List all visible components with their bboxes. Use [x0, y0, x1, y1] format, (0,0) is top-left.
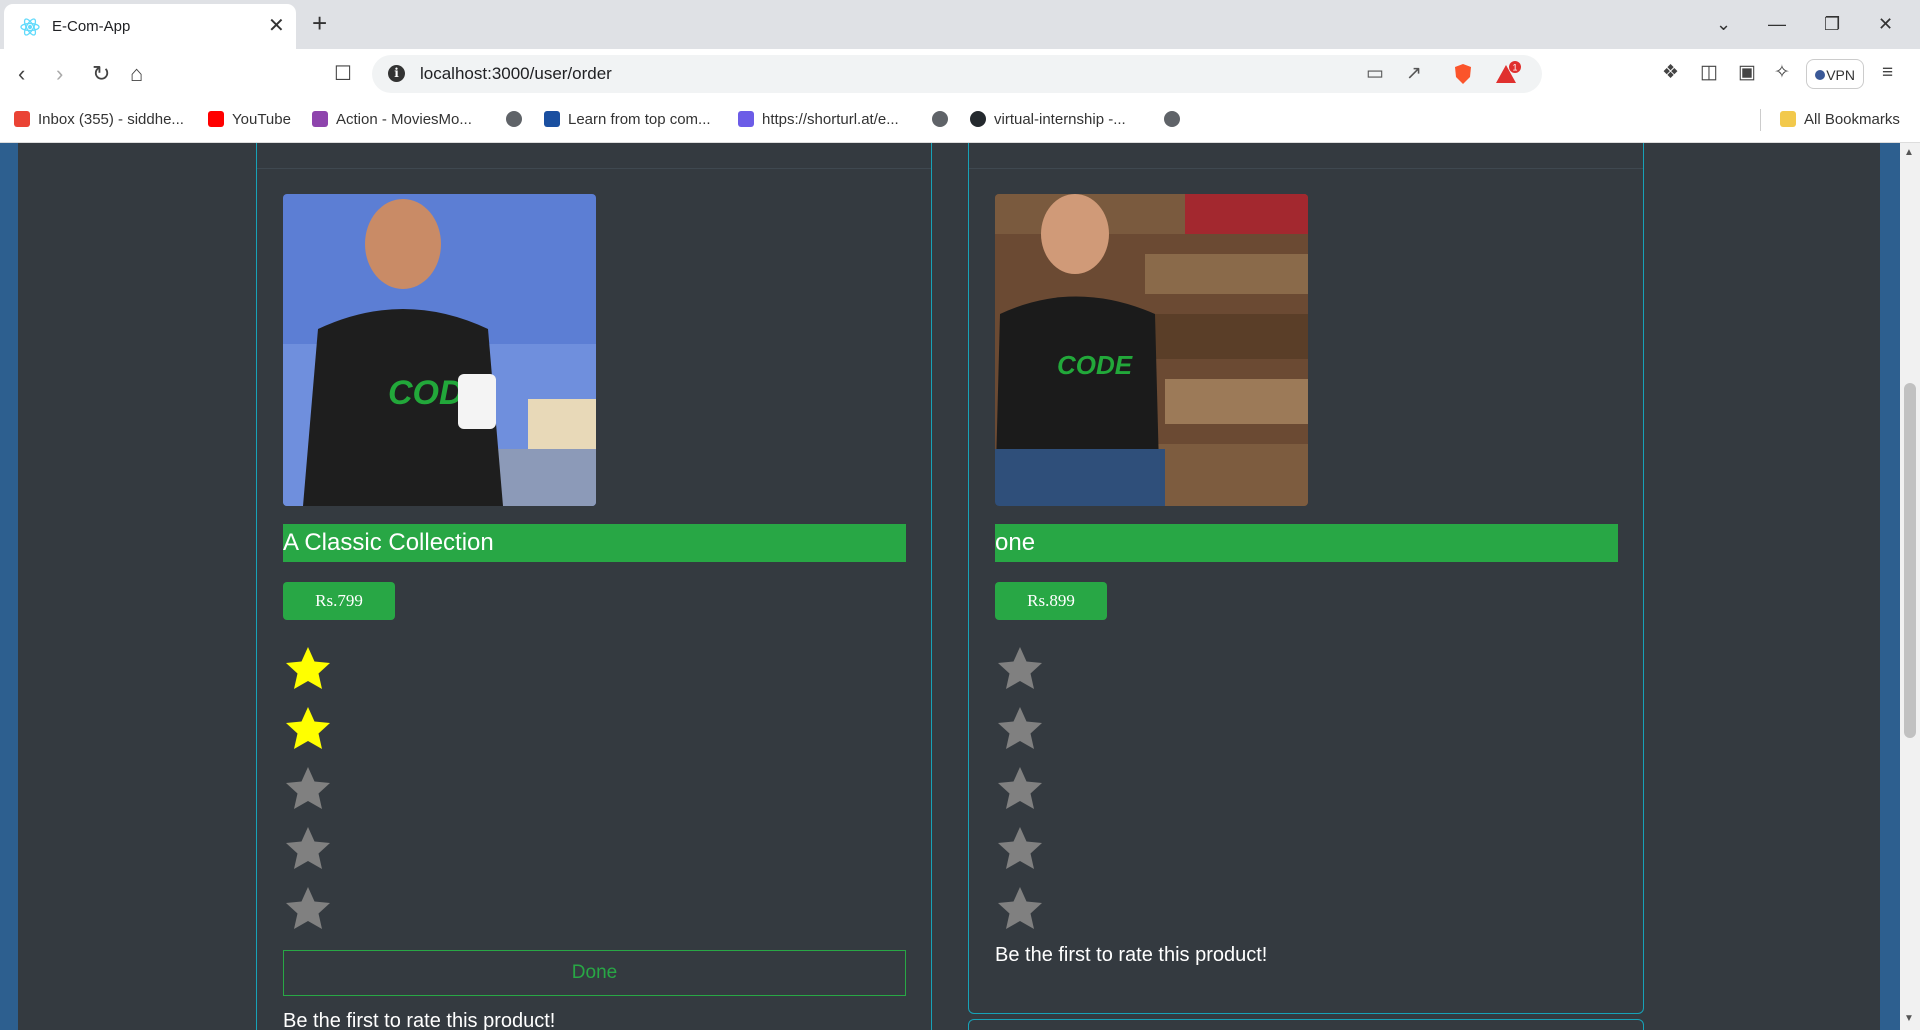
- scrollbar-thumb[interactable]: [1904, 383, 1916, 738]
- scrollbar[interactable]: ▲ ▼: [1900, 143, 1920, 1030]
- reload-icon[interactable]: ↻: [92, 61, 110, 87]
- order-card: CODE one Rs.899 Be the first to rate thi…: [968, 143, 1644, 1014]
- learn-icon: [544, 111, 560, 127]
- rating-prompt: Be the first to rate this product!: [283, 1010, 556, 1030]
- star-icon[interactable]: [283, 644, 333, 694]
- product-title: one: [995, 524, 1618, 562]
- bookmark-gmail[interactable]: Inbox (355) - siddhe...: [14, 111, 184, 129]
- star-shape: [998, 707, 1042, 749]
- extensions-icon[interactable]: ❖: [1662, 61, 1679, 85]
- all-bookmarks-button[interactable]: All Bookmarks: [1780, 111, 1900, 129]
- vpn-button[interactable]: VPN: [1806, 59, 1864, 89]
- bookmark-github[interactable]: virtual-internship -...: [970, 111, 1126, 129]
- product-image: CODE: [995, 194, 1308, 506]
- product-image: CODE: [283, 194, 596, 506]
- globe-icon[interactable]: [506, 111, 522, 127]
- scroll-up-icon[interactable]: ▲: [1904, 147, 1914, 158]
- bookmarks-bar: Inbox (355) - siddhe... YouTube Action -…: [0, 99, 1920, 143]
- card-header-divider: [969, 168, 1643, 169]
- address-bar[interactable]: i localhost:3000/user/order ▭ ↗ 1: [372, 55, 1542, 93]
- close-window-button[interactable]: ✕: [1878, 10, 1893, 38]
- leo-ai-icon[interactable]: ✧: [1774, 61, 1790, 85]
- star-icon[interactable]: [995, 704, 1045, 754]
- browser-tab[interactable]: E-Com-App ✕: [4, 4, 296, 49]
- page-side-border: [1880, 143, 1900, 1030]
- star-icon[interactable]: [283, 704, 333, 754]
- tab-title: E-Com-App: [52, 18, 131, 35]
- maximize-button[interactable]: ❐: [1824, 10, 1840, 38]
- star-shape: [286, 887, 330, 929]
- bookmark-youtube[interactable]: YouTube: [208, 111, 291, 129]
- close-tab-icon[interactable]: ✕: [268, 14, 285, 38]
- star-icon[interactable]: [995, 824, 1045, 874]
- card-header-divider: [257, 168, 931, 169]
- react-icon: [20, 18, 40, 36]
- github-icon: [970, 111, 986, 127]
- price-badge: Rs.899: [995, 582, 1107, 620]
- order-card: CODE A Classic Collection Rs.799 Done Be…: [256, 143, 932, 1030]
- moviesmod-icon: [312, 111, 328, 127]
- price-badge: Rs.799: [283, 582, 395, 620]
- svg-text:CODE: CODE: [1057, 350, 1133, 380]
- star-shape: [998, 647, 1042, 689]
- minimize-button[interactable]: —: [1768, 10, 1786, 38]
- globe-icon[interactable]: [1164, 111, 1180, 127]
- bookmark-divider: [1760, 109, 1761, 131]
- vpn-label: VPN: [1826, 67, 1855, 83]
- wallet-icon[interactable]: ▣: [1738, 61, 1756, 85]
- menu-icon[interactable]: ≡: [1882, 61, 1893, 85]
- star-shape: [286, 647, 330, 689]
- bookmark-learn[interactable]: Learn from top com...: [544, 111, 711, 129]
- bookmark-icon[interactable]: ☐: [334, 61, 352, 87]
- youtube-icon: [208, 111, 224, 127]
- done-button[interactable]: Done: [283, 950, 906, 996]
- vpn-status-icon: [1815, 70, 1825, 80]
- star-icon[interactable]: [283, 764, 333, 814]
- svg-text:1: 1: [1512, 63, 1517, 73]
- star-icon[interactable]: [995, 884, 1045, 934]
- scroll-down-icon[interactable]: ▼: [1904, 1013, 1914, 1024]
- star-icon[interactable]: [283, 884, 333, 934]
- star-icon[interactable]: [995, 644, 1045, 694]
- page-side-border: [0, 143, 18, 1030]
- tab-strip: E-Com-App ✕ + ⌄ — ❐ ✕: [0, 0, 1920, 49]
- globe-icon[interactable]: [932, 111, 948, 127]
- forward-icon[interactable]: ›: [56, 61, 63, 87]
- star-icon[interactable]: [283, 824, 333, 874]
- bookmark-shorturl[interactable]: https://shorturl.at/e...: [738, 111, 899, 129]
- brave-shield-icon[interactable]: [1452, 63, 1474, 85]
- star-shape: [998, 827, 1042, 869]
- page-content: ▲ ▼ CODE A Classic Collection Rs.799 Don…: [0, 143, 1920, 1030]
- star-shape: [286, 767, 330, 809]
- product-title: A Classic Collection: [283, 524, 906, 562]
- star-shape: [998, 767, 1042, 809]
- shorturl-icon: [738, 111, 754, 127]
- brave-rewards-icon[interactable]: 1: [1494, 61, 1522, 87]
- star-shape: [286, 707, 330, 749]
- star-shape: [998, 887, 1042, 929]
- order-card: [968, 1019, 1644, 1030]
- new-tab-button[interactable]: +: [312, 8, 327, 38]
- tab-search-icon[interactable]: ⌄: [1716, 10, 1731, 38]
- share-icon[interactable]: ↗: [1406, 63, 1422, 85]
- star-icon[interactable]: [995, 764, 1045, 814]
- sidebar-icon[interactable]: ◫: [1700, 61, 1718, 85]
- bookmark-moviesmod[interactable]: Action - MoviesMo...: [312, 111, 472, 129]
- gmail-icon: [14, 111, 30, 127]
- folder-icon: [1780, 111, 1796, 127]
- browser-toolbar: ‹ › ↻ ⌂ ☐ i localhost:3000/user/order ▭ …: [0, 49, 1920, 99]
- back-icon[interactable]: ‹: [18, 61, 25, 87]
- site-info-icon[interactable]: i: [388, 65, 405, 82]
- url-text[interactable]: localhost:3000/user/order: [420, 64, 612, 84]
- home-icon[interactable]: ⌂: [130, 61, 143, 87]
- rating-prompt: Be the first to rate this product!: [995, 944, 1268, 966]
- star-shape: [286, 827, 330, 869]
- cast-icon[interactable]: ▭: [1366, 63, 1384, 85]
